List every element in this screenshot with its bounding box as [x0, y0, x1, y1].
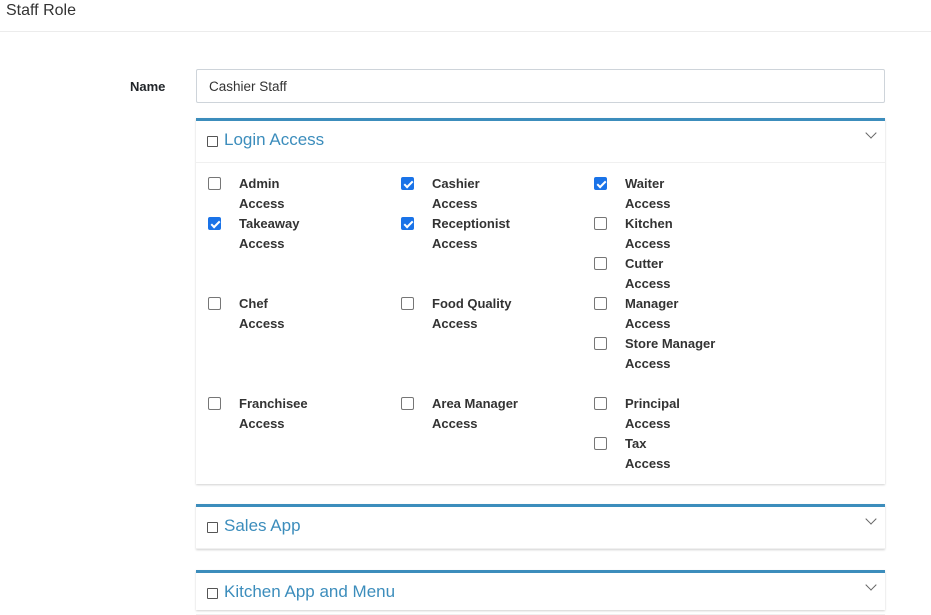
login-access-title[interactable]: Login Access	[224, 130, 324, 150]
perm-checkbox[interactable]	[594, 177, 607, 190]
perm-label: Cashier Access	[432, 176, 480, 211]
perm-checkbox[interactable]	[401, 177, 414, 190]
perm-label: Tax Access	[625, 436, 671, 471]
perm-checkbox[interactable]	[594, 297, 607, 310]
perm-checkbox[interactable]	[594, 337, 607, 350]
chevron-down-icon[interactable]	[865, 513, 877, 525]
perm-label: Takeaway Access	[239, 216, 300, 251]
sales-app-select-all-checkbox[interactable]	[207, 522, 218, 533]
perm-checkbox[interactable]	[401, 397, 414, 410]
perm-label: Kitchen Access	[625, 216, 673, 251]
perm-checkbox[interactable]	[594, 397, 607, 410]
name-label: Name	[130, 79, 166, 94]
kitchen-app-header[interactable]: Kitchen App and Menu	[196, 573, 885, 615]
perm-checkbox[interactable]	[401, 297, 414, 310]
perm-checkbox[interactable]	[208, 297, 221, 310]
perm-label: Admin Access	[239, 176, 285, 211]
kitchen-app-select-all-checkbox[interactable]	[207, 588, 218, 599]
chevron-down-icon[interactable]	[865, 127, 877, 139]
perm-label: Receptionist Access	[432, 216, 511, 251]
perm-label: Franchisee Access	[239, 396, 308, 431]
kitchen-app-title[interactable]: Kitchen App and Menu	[224, 582, 395, 602]
perm-checkbox[interactable]	[594, 437, 607, 450]
perm-label: Waiter Access	[625, 176, 671, 211]
name-input[interactable]	[196, 69, 885, 103]
perm-label: Area Manager Access	[432, 396, 518, 431]
page-header: Staff Role	[0, 0, 931, 32]
perm-label: Cutter Access	[625, 256, 671, 291]
perm-label: Manager Access	[625, 296, 679, 331]
login-access-select-all-checkbox[interactable]	[207, 136, 218, 147]
perm-label: Store Manager Access	[625, 336, 716, 371]
sales-app-card: Sales App	[196, 504, 885, 549]
perm-checkbox[interactable]	[401, 217, 414, 230]
perm-checkbox[interactable]	[594, 217, 607, 230]
login-access-card: Login Access Admin Access Cashier Access…	[196, 118, 885, 484]
chevron-down-icon[interactable]	[865, 579, 877, 591]
kitchen-app-card: Kitchen App and Menu	[196, 570, 885, 615]
perm-label: Principal Access	[625, 396, 680, 431]
sales-app-header[interactable]: Sales App	[196, 507, 885, 549]
login-access-header[interactable]: Login Access	[196, 121, 885, 163]
perm-checkbox[interactable]	[594, 257, 607, 270]
perm-checkbox[interactable]	[208, 397, 221, 410]
perm-label: Food Quality Access	[432, 296, 512, 331]
page-title: Staff Role	[6, 2, 76, 19]
perm-label: Chef Access	[239, 296, 285, 331]
perm-checkbox[interactable]	[208, 217, 221, 230]
sales-app-title[interactable]: Sales App	[224, 516, 301, 536]
perm-checkbox[interactable]	[208, 177, 221, 190]
